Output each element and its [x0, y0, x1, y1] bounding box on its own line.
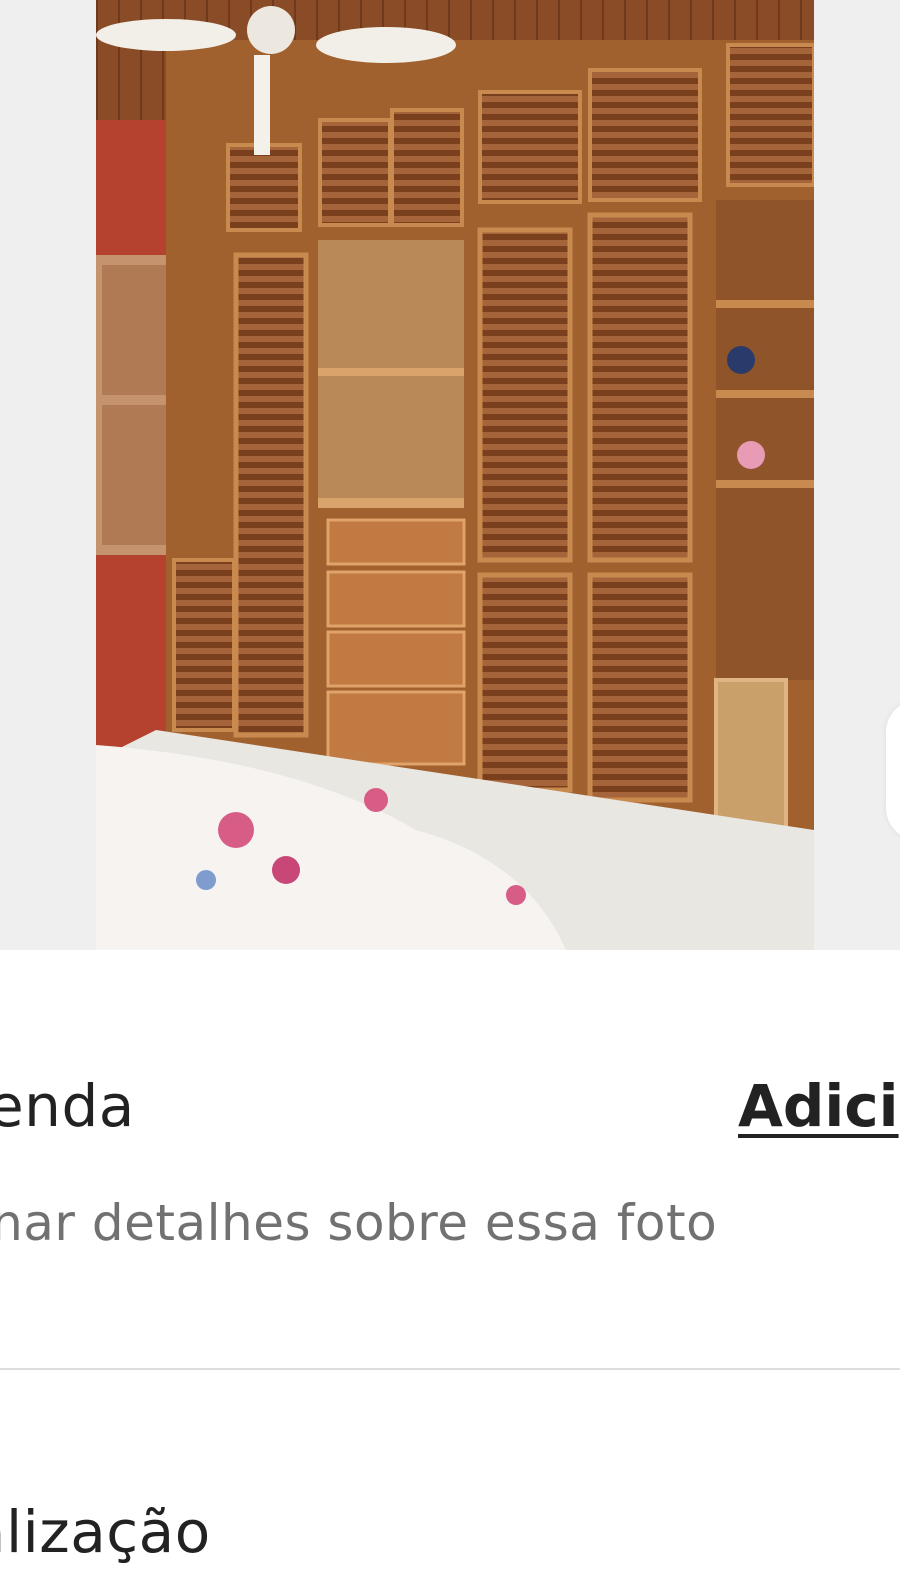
photo-viewer — [0, 0, 900, 950]
listing-photo — [96, 0, 814, 950]
caption-title: enda — [0, 1072, 135, 1140]
section-divider — [0, 1368, 900, 1370]
location-section-title: alização — [0, 1498, 211, 1566]
caption-row: enda Adici — [0, 1072, 900, 1152]
caption-subtitle: onar detalhes sobre essa foto — [0, 1194, 718, 1252]
next-photo-button[interactable] — [886, 700, 900, 840]
add-caption-link[interactable]: Adici — [738, 1072, 899, 1140]
